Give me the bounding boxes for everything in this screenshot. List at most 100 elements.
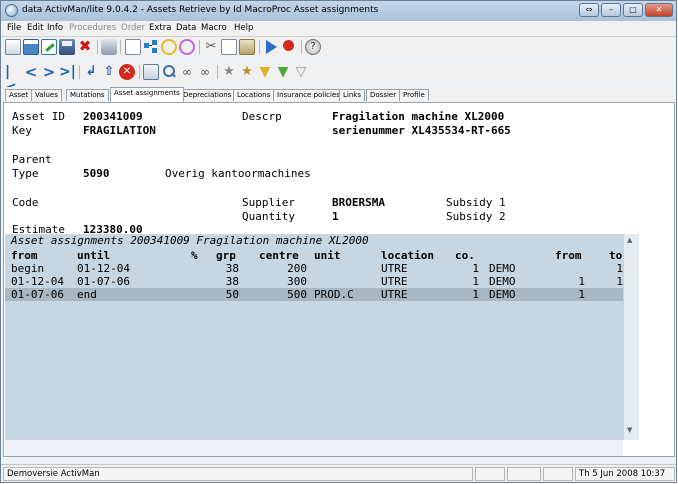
header-to[interactable]: to (609, 249, 622, 262)
header-co[interactable]: co. (455, 249, 475, 262)
last-record-icon[interactable]: >| (59, 64, 76, 80)
tab-asset[interactable]: Asset (5, 89, 33, 101)
table-row[interactable]: begin 01-12-04 38 200 UTRE 1 DEMO 1 (5, 262, 623, 275)
delete-icon[interactable]: ✖ (77, 39, 93, 55)
tab-asset-assignments[interactable]: Asset assignments (110, 87, 184, 102)
parent-label: Parent (12, 153, 52, 166)
tree-icon[interactable] (143, 39, 159, 55)
grid-footer-area (5, 440, 623, 456)
header-from-2[interactable]: from (555, 249, 582, 262)
new-icon[interactable] (5, 39, 21, 55)
asset-id-value[interactable]: 200341009 (83, 110, 143, 123)
paste-icon[interactable] (239, 39, 255, 55)
cell-grp: 38 (225, 275, 239, 288)
cell-until: 01-12-04 (77, 262, 130, 275)
asset-assignments-panel: Asset ID 200341009 Descrp Fragilation ma… (3, 102, 675, 457)
find-next-icon[interactable]: ∞ (197, 64, 213, 80)
cell-unit: PROD.C (314, 288, 354, 301)
up-icon[interactable]: ⇧ (101, 64, 117, 80)
cell-qty: 1 (472, 275, 479, 288)
table-row[interactable]: 01-12-04 01-07-06 38 300 UTRE 1 DEMO 1 1 (5, 275, 623, 288)
scroll-down-icon[interactable]: ▼ (627, 426, 632, 434)
menu-extra[interactable]: Extra (149, 23, 171, 33)
menu-help[interactable]: Help (234, 23, 253, 33)
application-window: data ActivMan/lite 9.0.4.2 - Assets Retr… (0, 0, 677, 483)
menu-order[interactable]: Order (121, 23, 145, 33)
previous-record-icon[interactable]: < (23, 64, 39, 80)
assignments-grid[interactable]: Asset assignments 200341009 Fragilation … (5, 234, 623, 440)
edit-icon[interactable] (41, 39, 57, 55)
star-add-icon[interactable]: ★ (239, 64, 255, 80)
window-icon[interactable] (23, 39, 39, 55)
return-icon[interactable]: ↲ (83, 64, 99, 80)
descrp-label: Descrp (242, 110, 282, 123)
menu-edit[interactable]: Edit (27, 23, 43, 33)
copy-icon[interactable] (221, 39, 237, 55)
menu-info[interactable]: Info (47, 23, 63, 33)
cell-to: 1 (616, 262, 623, 275)
cut-icon[interactable]: ✂ (203, 39, 219, 55)
help-icon[interactable]: ? (305, 39, 321, 55)
cell-centre: 300 (287, 275, 307, 288)
app-icon (5, 4, 18, 17)
tab-mutations[interactable]: Mutations (66, 89, 109, 101)
cell-co: DEMO (489, 262, 516, 275)
supplier-value[interactable]: BROERSMA (332, 196, 385, 209)
header-location[interactable]: location (381, 249, 434, 262)
first-record-icon[interactable]: |< (5, 64, 21, 96)
menu-bar: File Edit Info Procedures Order Extra Da… (1, 21, 676, 37)
menu-file[interactable]: File (7, 23, 21, 33)
close-button[interactable]: ✕ (645, 3, 673, 17)
print-icon[interactable] (101, 39, 117, 55)
quantity-value[interactable]: 1 (332, 210, 339, 223)
header-unit[interactable]: unit (314, 249, 341, 262)
menu-data[interactable]: Data (176, 23, 196, 33)
key-value[interactable]: FRAGILATION (83, 124, 156, 137)
page-icon[interactable] (125, 39, 141, 55)
status-message: Demoversie ActivMan (3, 467, 473, 481)
tab-values[interactable]: Values (31, 89, 62, 101)
tab-dossier[interactable]: Dossier (366, 89, 401, 101)
grid-vertical-scrollbar[interactable]: ▲ ▼ (623, 234, 639, 440)
filter-apply-icon[interactable]: ▼ (275, 64, 291, 80)
maximize-button[interactable]: □ (623, 3, 643, 17)
type-code[interactable]: 5090 (83, 167, 110, 180)
descrp-line1[interactable]: Fragilation machine XL2000 (332, 110, 504, 123)
save-icon[interactable] (59, 39, 75, 55)
home-icon[interactable] (143, 64, 159, 80)
run-icon[interactable] (263, 39, 279, 55)
cell-from-2: 1 (578, 275, 585, 288)
tab-depreciations[interactable]: Depreciations (179, 89, 236, 101)
next-record-icon[interactable]: > (41, 64, 57, 80)
star-icon[interactable]: ★ (221, 64, 237, 80)
minimize-button[interactable]: – (601, 3, 621, 17)
tab-links[interactable]: Links (339, 89, 365, 101)
table-row-selected[interactable]: 01-07-06 end 50 500 PROD.C UTRE 1 DEMO 1 (5, 288, 623, 301)
search-icon[interactable] (161, 64, 177, 80)
title-bar: data ActivMan/lite 9.0.4.2 - Assets Retr… (1, 1, 676, 22)
filter-clear-icon[interactable]: ▽ (293, 64, 309, 80)
extra-window-button[interactable]: ⇔ (579, 3, 599, 17)
record-icon[interactable] (281, 39, 297, 55)
filter-icon[interactable]: ▼ (257, 64, 273, 80)
cancel-icon[interactable]: ✕ (119, 64, 135, 80)
menu-macro[interactable]: Macro (201, 23, 227, 33)
tab-locations[interactable]: Locations (233, 89, 275, 101)
header-percent[interactable]: % (191, 249, 198, 262)
cell-location: UTRE (381, 288, 408, 301)
type-label: Type (12, 167, 39, 180)
subsidy2-label: Subsidy 2 (446, 210, 506, 223)
header-centre[interactable]: centre (259, 249, 299, 262)
header-from[interactable]: from (11, 249, 38, 262)
descrp-line2[interactable]: serienummer XL435534-RT-665 (332, 124, 511, 137)
header-grp[interactable]: grp (216, 249, 236, 262)
binoculars-icon[interactable]: ∞ (179, 64, 195, 80)
tab-insurance-policies[interactable]: Insurance policies (273, 89, 344, 101)
cell-grp: 38 (225, 262, 239, 275)
smiley-alt-icon[interactable] (179, 39, 195, 55)
smiley-icon[interactable] (161, 39, 177, 55)
tab-profile[interactable]: Profile (399, 89, 429, 101)
menu-procedures[interactable]: Procedures (69, 23, 116, 33)
scroll-up-icon[interactable]: ▲ (627, 236, 632, 244)
header-until[interactable]: until (77, 249, 110, 262)
